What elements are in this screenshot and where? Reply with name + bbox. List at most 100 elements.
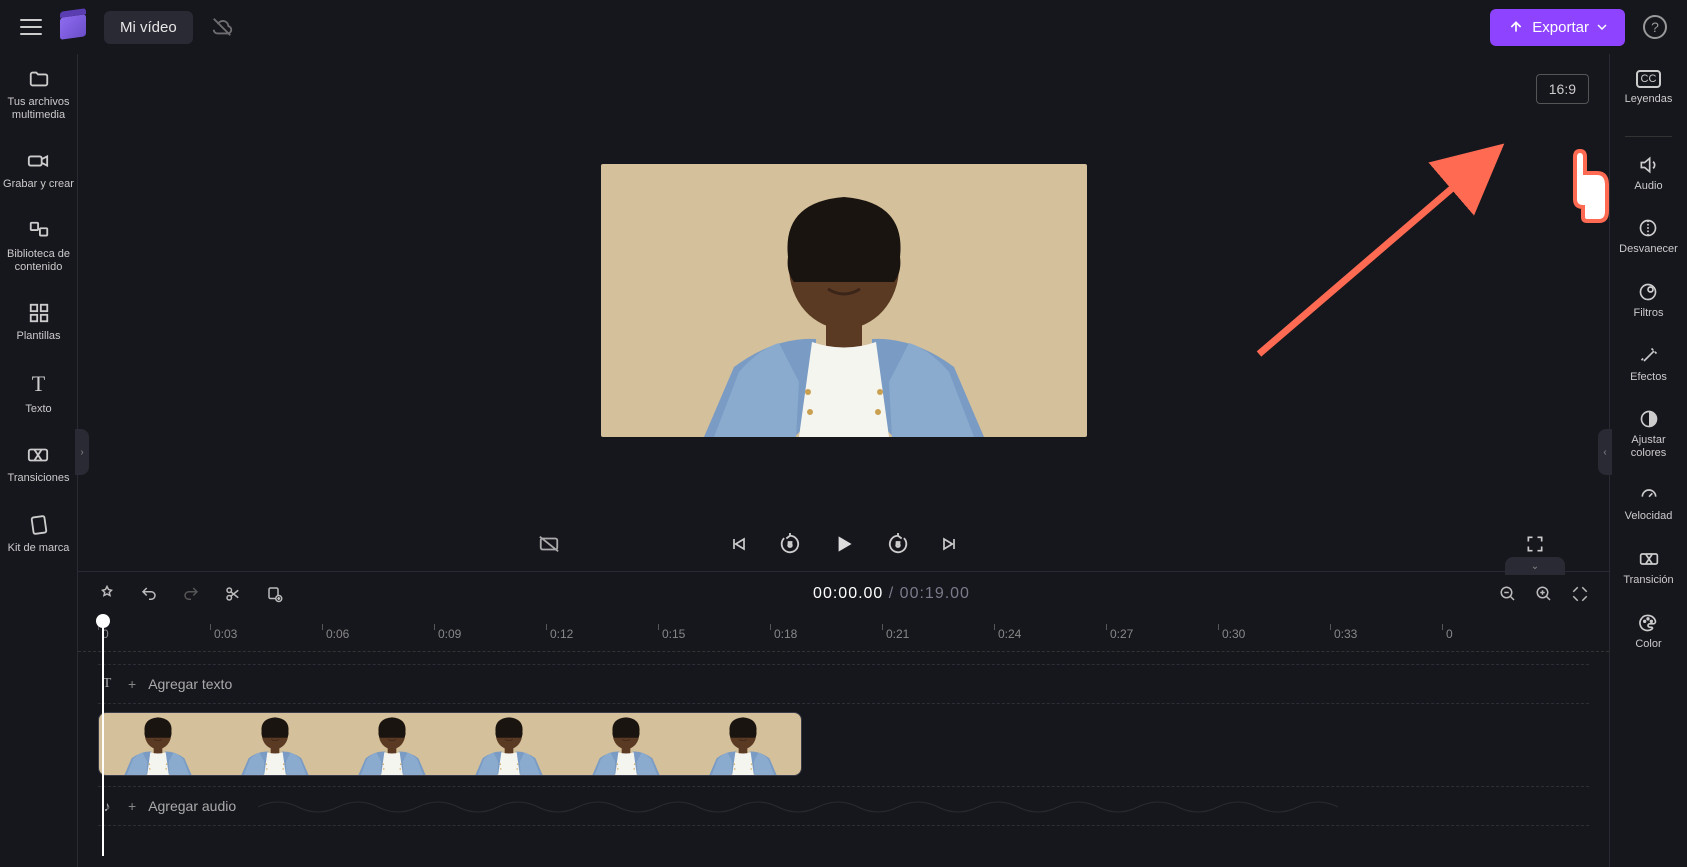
cc-icon: CC xyxy=(1636,70,1662,88)
help-button[interactable]: ? xyxy=(1643,15,1667,39)
sidebar-item-transitions[interactable]: Transiciones xyxy=(8,444,70,485)
sidebar-label: Color xyxy=(1635,638,1661,651)
sidebar-label: Filtros xyxy=(1634,307,1664,320)
folder-icon xyxy=(28,68,50,90)
audio-icon xyxy=(1638,155,1658,175)
speed-icon xyxy=(1639,485,1659,505)
sidebar-label: Efectos xyxy=(1630,371,1667,384)
adjust-icon xyxy=(1639,409,1659,429)
sidebar-item-captions[interactable]: CC Leyendas xyxy=(1625,70,1673,106)
sidebar-item-media[interactable]: Tus archivos multimedia xyxy=(3,68,75,122)
ruler-tick: 0:09 xyxy=(434,616,546,651)
ruler-tick: 0:06 xyxy=(322,616,434,651)
export-button[interactable]: Exportar xyxy=(1490,9,1625,46)
fit-timeline-button[interactable] xyxy=(1571,585,1589,603)
chevron-down-icon xyxy=(1597,22,1607,32)
sidebar-item-text[interactable]: T Texto xyxy=(25,371,51,416)
play-button[interactable] xyxy=(831,531,857,557)
camera-icon xyxy=(27,150,49,172)
track-label: Agregar audio xyxy=(148,798,236,814)
ruler-tick: 0:12 xyxy=(546,616,658,651)
add-media-button[interactable] xyxy=(266,585,284,603)
preview-area: 16:9 xyxy=(78,54,1609,517)
skip-start-button[interactable] xyxy=(729,534,749,554)
ruler-tick: 0 xyxy=(98,616,210,651)
sidebar-item-library[interactable]: Biblioteca de contenido xyxy=(3,220,75,274)
video-clip[interactable] xyxy=(98,712,802,776)
video-preview[interactable] xyxy=(601,164,1087,437)
skip-end-button[interactable] xyxy=(939,534,959,554)
sidebar-item-record[interactable]: Grabar y crear xyxy=(3,150,74,191)
menu-button[interactable] xyxy=(20,14,42,40)
library-icon xyxy=(28,220,50,242)
audio-track[interactable]: ♪ + Agregar audio xyxy=(98,786,1589,826)
ruler-tick: 0:33 xyxy=(1330,616,1442,651)
sidebar-label: Transiciones xyxy=(8,472,70,485)
project-title[interactable]: Mi vídeo xyxy=(104,11,193,44)
playhead[interactable] xyxy=(96,614,110,628)
svg-text:5: 5 xyxy=(787,540,791,549)
export-label: Exportar xyxy=(1532,19,1589,36)
ruler-tick: 0:21 xyxy=(882,616,994,651)
undo-button[interactable] xyxy=(140,585,158,603)
video-content xyxy=(689,165,999,437)
text-track[interactable]: T + Agregar texto xyxy=(98,664,1589,704)
sidebar-item-audio[interactable]: Audio xyxy=(1634,155,1662,193)
sidebar-item-transition[interactable]: Transición xyxy=(1623,549,1673,587)
forward-5-button[interactable]: 5 xyxy=(887,533,909,555)
right-sidebar: ‹ CC Leyendas Audio Desvanecer Filtros E… xyxy=(1609,54,1687,867)
rewind-5-button[interactable]: 5 xyxy=(779,533,801,555)
text-icon: T xyxy=(98,676,116,692)
annotation-arrow xyxy=(1249,134,1519,364)
timeline-ruler[interactable]: 00:030:060:090:120:150:180:210:240:270:3… xyxy=(78,616,1609,652)
sidebar-item-fade[interactable]: Desvanecer xyxy=(1619,218,1678,256)
collapse-right-panel[interactable]: ‹ xyxy=(1598,429,1612,475)
redo-button[interactable] xyxy=(182,585,200,603)
fade-icon xyxy=(1638,218,1658,238)
ruler-tick: 0 xyxy=(1442,616,1554,651)
cloud-off-icon[interactable] xyxy=(211,16,233,38)
sidebar-item-adjust[interactable]: Ajustar colores xyxy=(1613,409,1685,459)
ruler-tick: 0:30 xyxy=(1218,616,1330,651)
zoom-in-button[interactable] xyxy=(1535,585,1553,603)
sidebar-label: Leyendas xyxy=(1625,93,1673,106)
sidebar-label: Desvanecer xyxy=(1619,243,1678,256)
upload-icon xyxy=(1508,19,1524,35)
text-icon: T xyxy=(32,371,45,397)
zoom-out-button[interactable] xyxy=(1499,585,1517,603)
ruler-tick: 0:03 xyxy=(210,616,322,651)
collapse-timeline-button[interactable]: ⌄ xyxy=(1505,557,1565,575)
sidebar-item-effects[interactable]: Efectos xyxy=(1630,346,1667,384)
sidebar-label: Audio xyxy=(1634,180,1662,193)
aspect-ratio-button[interactable]: 16:9 xyxy=(1536,74,1589,104)
sidebar-item-brand[interactable]: Kit de marca xyxy=(8,514,70,555)
app-logo xyxy=(60,14,86,40)
sidebar-label: Transición xyxy=(1623,574,1673,587)
sidebar-item-speed[interactable]: Velocidad xyxy=(1625,485,1673,523)
ruler-tick: 0:18 xyxy=(770,616,882,651)
timeline-timecode: 00:00.00 / 00:19.00 xyxy=(308,585,1475,603)
sidebar-label: Velocidad xyxy=(1625,510,1673,523)
plus-icon: + xyxy=(128,798,136,814)
fullscreen-button[interactable] xyxy=(1525,534,1545,554)
sidebar-label: Plantillas xyxy=(16,330,60,343)
safe-zone-toggle[interactable] xyxy=(538,533,560,555)
ruler-tick: 0:24 xyxy=(994,616,1106,651)
transitions-icon xyxy=(27,444,49,466)
sidebar-item-color[interactable]: Color xyxy=(1635,613,1661,651)
ruler-tick: 0:27 xyxy=(1106,616,1218,651)
waveform xyxy=(258,795,1358,819)
sidebar-item-templates[interactable]: Plantillas xyxy=(16,302,60,343)
svg-text:5: 5 xyxy=(895,540,899,549)
plus-icon: + xyxy=(128,676,136,692)
effects-icon xyxy=(1639,346,1659,366)
sidebar-item-filters[interactable]: Filtros xyxy=(1634,282,1664,320)
color-icon xyxy=(1638,613,1658,633)
sidebar-label: Texto xyxy=(25,403,51,416)
split-button[interactable] xyxy=(224,585,242,603)
filters-icon xyxy=(1638,282,1658,302)
track-label: Agregar texto xyxy=(148,676,232,692)
auto-fit-button[interactable] xyxy=(98,585,116,603)
music-icon: ♪ xyxy=(98,798,116,814)
sidebar-label: Grabar y crear xyxy=(3,178,74,191)
